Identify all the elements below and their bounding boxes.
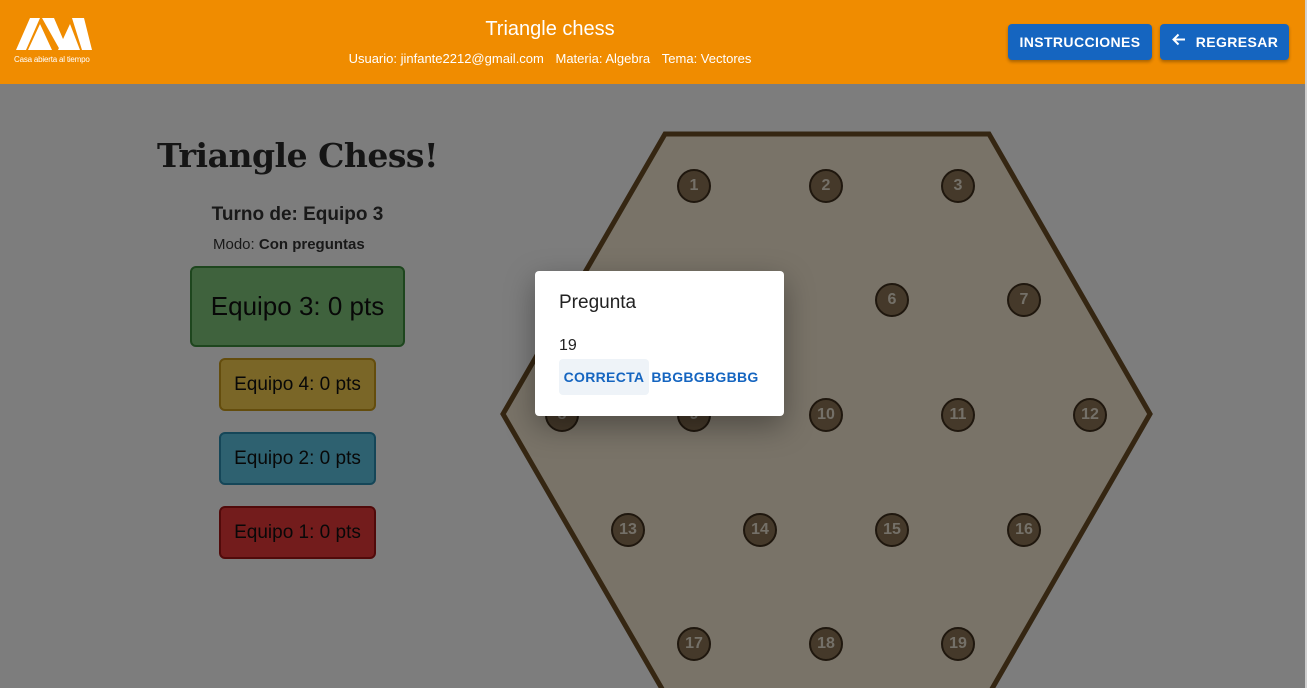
dialog-body: 19 [559, 337, 577, 354]
question-dialog: Pregunta 19 CORRECTA BBGBGBGBBG [535, 271, 784, 416]
dialog-title: Pregunta [559, 292, 637, 313]
answer-option-button[interactable]: BBGBGBGBBG [651, 359, 758, 395]
correct-button[interactable]: CORRECTA [559, 359, 649, 395]
